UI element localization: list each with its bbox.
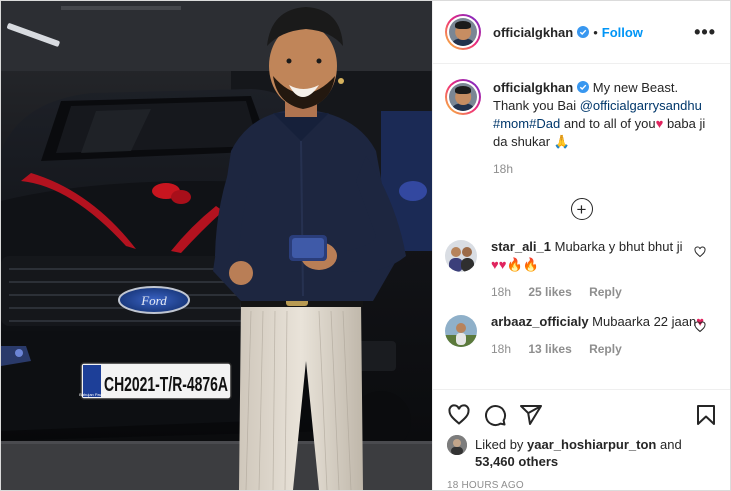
- liked-by-and: and: [656, 437, 682, 452]
- caption-avatar[interactable]: [445, 79, 481, 115]
- liker-avatar[interactable]: [447, 435, 467, 455]
- post-timestamp[interactable]: 18 HOURS AGO: [433, 470, 730, 491]
- paper-plane-icon[interactable]: [519, 403, 543, 427]
- comment-age[interactable]: 18h: [491, 285, 511, 299]
- post-photo[interactable]: Ford Bahujan Pavel CH2021-T/R-4876A: [1, 1, 432, 490]
- comment: arbaaz_officialy Mubaarka 22 jaan♥ 18h 1…: [433, 313, 730, 358]
- post-actions: Liked by yaar_hoshiarpur_ton and 53,460 …: [433, 389, 730, 491]
- comment-likes-count[interactable]: 13 likes: [528, 342, 571, 356]
- liked-by: Liked by yaar_hoshiarpur_ton and 53,460 …: [433, 432, 730, 470]
- load-more-comments: +: [433, 198, 730, 220]
- follow-button[interactable]: Follow: [602, 25, 643, 40]
- caption-mention-link[interactable]: @officialgarrysandhu: [580, 98, 702, 113]
- action-icons-row: [433, 390, 730, 432]
- ford-badge-text: Ford: [140, 293, 167, 308]
- instagram-post: Ford Bahujan Pavel CH2021-T/R-4876A offi…: [0, 0, 731, 491]
- verified-badge-icon: [577, 26, 590, 38]
- comment-likes-count[interactable]: 25 likes: [528, 285, 571, 299]
- comment-age[interactable]: 18h: [491, 342, 511, 356]
- small-heart-icon[interactable]: [694, 321, 706, 333]
- heart-outline-icon[interactable]: [447, 403, 471, 427]
- comment: star_ali_1 Mubarka y bhut bhut ji ♥♥🔥🔥 1…: [433, 238, 730, 301]
- ellipsis-icon[interactable]: •••: [694, 23, 716, 41]
- comment-emojis: ♥♥🔥🔥: [491, 257, 539, 272]
- comment-text: Mubarka y bhut bhut ji: [551, 239, 683, 254]
- reply-button[interactable]: Reply: [589, 285, 622, 299]
- small-heart-icon[interactable]: [694, 246, 706, 258]
- plus-circle-icon[interactable]: +: [570, 198, 593, 220]
- commenter-avatar[interactable]: [445, 240, 477, 272]
- bookmark-icon[interactable]: [694, 403, 718, 427]
- folded-hands-emoji: 🙏: [553, 134, 570, 149]
- speech-bubble-icon[interactable]: [483, 403, 507, 427]
- commenter-username[interactable]: arbaaz_officialy: [491, 314, 589, 329]
- caption: officialgkhan My new Beast. Thank you Ba…: [433, 65, 730, 178]
- plate-badge-text: Bahujan Pavel: [79, 392, 105, 397]
- verified-badge-icon: [577, 81, 590, 93]
- liker-username[interactable]: yaar_hoshiarpur_ton: [527, 437, 656, 452]
- separator-dot: •: [593, 24, 598, 40]
- comments-area[interactable]: officialgkhan My new Beast. Thank you Ba…: [433, 65, 730, 388]
- comment-text: Mubaarka 22 jaan: [588, 314, 697, 329]
- reply-button[interactable]: Reply: [589, 342, 622, 356]
- likes-count[interactable]: 53,460 others: [475, 454, 558, 469]
- commenter-avatar[interactable]: [445, 315, 477, 347]
- number-plate-text: CH2021-T/R-4876A: [104, 374, 228, 396]
- caption-age[interactable]: 18h: [493, 162, 513, 176]
- post-header: officialgkhan • Follow •••: [433, 1, 730, 64]
- author-avatar[interactable]: [445, 14, 481, 50]
- caption-hashtags-link[interactable]: #mom#Dad: [493, 116, 560, 131]
- author-username[interactable]: officialgkhan: [493, 25, 573, 40]
- caption-username[interactable]: officialgkhan: [493, 80, 573, 95]
- commenter-username[interactable]: star_ali_1: [491, 239, 551, 254]
- post-image: Ford Bahujan Pavel CH2021-T/R-4876A: [1, 1, 432, 490]
- caption-text-2: and to all of you: [560, 116, 656, 131]
- post-side-panel: officialgkhan • Follow ••• officialgkhan…: [432, 1, 730, 491]
- liked-by-prefix: Liked by: [475, 437, 528, 452]
